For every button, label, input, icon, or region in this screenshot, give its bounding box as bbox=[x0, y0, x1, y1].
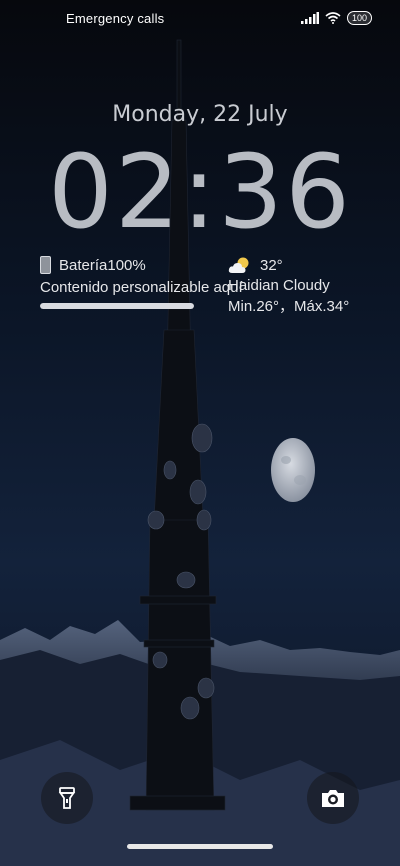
lock-screen: Emergency calls 100 Monday, 22 July 02:3… bbox=[0, 0, 400, 866]
weather-temperature: 32° bbox=[260, 256, 283, 274]
home-indicator[interactable] bbox=[127, 844, 273, 849]
camera-icon bbox=[322, 790, 344, 807]
wallpaper-night-tower bbox=[0, 39, 400, 866]
custom-content-text: Contenido personalizable aquí bbox=[40, 279, 243, 296]
weather-range: Min.26°，Máx.34° bbox=[228, 298, 350, 315]
battery-icon: 100 bbox=[346, 11, 372, 25]
flashlight-button[interactable] bbox=[41, 772, 93, 824]
phone-icon bbox=[40, 256, 51, 274]
camera-button[interactable] bbox=[307, 772, 359, 824]
battery-progress-fill bbox=[40, 303, 194, 309]
battery-widget[interactable]: Batería100% Contenido personalizable aqu… bbox=[40, 256, 243, 309]
lock-date: Monday, 22 July bbox=[112, 102, 288, 127]
lock-clock: 02:36 bbox=[48, 133, 352, 252]
signal-icon bbox=[300, 12, 319, 24]
status-bar: Emergency calls 100 bbox=[0, 0, 400, 40]
battery-progress-bar bbox=[40, 303, 194, 309]
carrier-label: Emergency calls bbox=[66, 11, 165, 26]
wifi-icon bbox=[325, 12, 341, 24]
partly-cloudy-icon bbox=[228, 257, 249, 273]
weather-location: Haidian Cloudy bbox=[228, 277, 330, 294]
battery-label: Batería100% bbox=[59, 256, 146, 274]
weather-widget[interactable]: 32° Haidian Cloudy Min.26°，Máx.34° bbox=[228, 256, 349, 316]
moon bbox=[271, 438, 315, 502]
status-icons: 100 bbox=[300, 11, 372, 25]
weather-row: 32° bbox=[228, 256, 349, 274]
battery-row: Batería100% bbox=[40, 256, 210, 274]
flashlight-icon bbox=[58, 787, 76, 809]
